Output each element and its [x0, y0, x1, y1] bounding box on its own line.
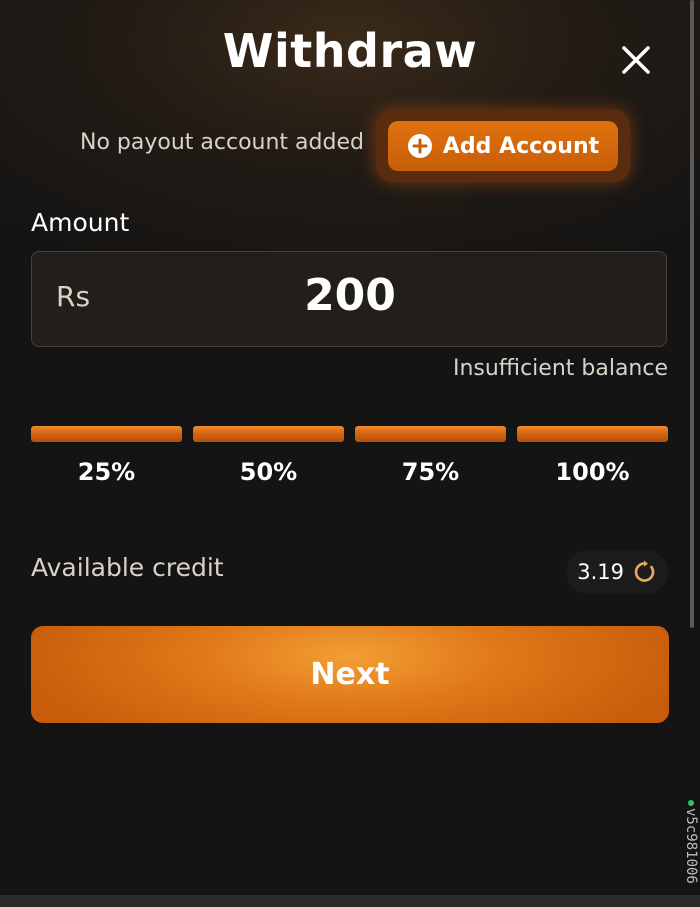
- refresh-icon[interactable]: [632, 559, 658, 585]
- available-credit-label: Available credit: [31, 553, 224, 582]
- scrollbar[interactable]: [690, 0, 694, 628]
- bottom-bar: [0, 895, 700, 907]
- next-button[interactable]: Next: [31, 626, 669, 723]
- percent-25-button[interactable]: 25%: [31, 458, 182, 486]
- no-payout-message: No payout account added: [80, 130, 364, 155]
- percent-100-bar[interactable]: [517, 426, 668, 442]
- credit-balance: 3.19: [566, 550, 668, 594]
- percent-100-button[interactable]: 100%: [517, 458, 668, 486]
- insufficient-balance-message: Insufficient balance: [452, 356, 668, 381]
- status-dot-icon: [688, 800, 694, 806]
- page-title: Withdraw: [222, 24, 478, 78]
- percent-75-bar[interactable]: [355, 426, 506, 442]
- version-label: v5c981006: [683, 808, 699, 884]
- credit-value: 3.19: [577, 560, 624, 584]
- close-button[interactable]: [616, 40, 656, 80]
- add-account-glow: Add Account: [376, 110, 630, 182]
- percent-75-button[interactable]: 75%: [355, 458, 506, 486]
- plus-circle-icon: [407, 134, 432, 158]
- close-icon: [622, 46, 650, 74]
- amount-value: 200: [304, 270, 396, 321]
- add-account-button[interactable]: Add Account: [388, 121, 618, 171]
- percent-50-bar[interactable]: [193, 426, 344, 442]
- amount-input[interactable]: Rs 200: [31, 251, 667, 347]
- amount-label: Amount: [31, 208, 130, 237]
- percent-25-bar[interactable]: [31, 426, 182, 442]
- add-account-label: Add Account: [442, 133, 600, 159]
- next-button-label: Next: [310, 657, 390, 692]
- withdraw-screen: Withdraw No payout account added Add Acc…: [0, 0, 700, 907]
- percent-50-button[interactable]: 50%: [193, 458, 344, 486]
